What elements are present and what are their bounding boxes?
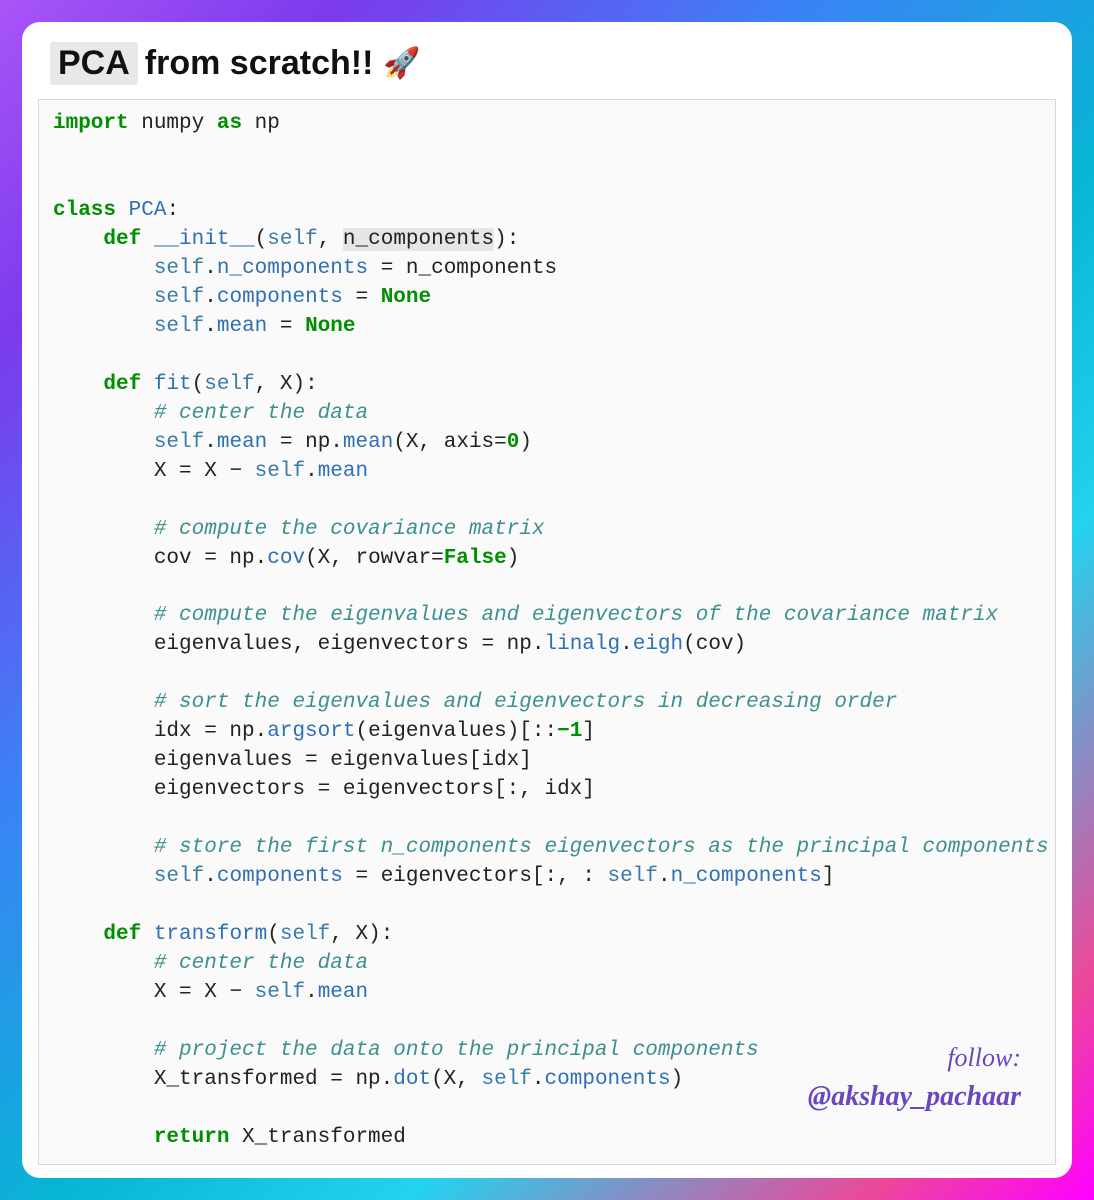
author-handle[interactable]: @akshay_pachaar xyxy=(808,1077,1021,1116)
title-highlight: PCA xyxy=(50,42,138,85)
rocket-icon: 🚀 xyxy=(383,46,420,81)
card: PCA from scratch!! 🚀 import numpy as np … xyxy=(22,22,1072,1178)
title-rest: from scratch!! xyxy=(145,44,374,83)
code-content: import numpy as np class PCA: def __init… xyxy=(53,110,1041,1153)
follow-label: follow: xyxy=(808,1040,1021,1076)
code-block: import numpy as np class PCA: def __init… xyxy=(38,99,1056,1165)
page-title: PCA from scratch!! 🚀 xyxy=(50,42,1044,85)
header: PCA from scratch!! 🚀 xyxy=(22,22,1072,99)
follow-callout: follow: @akshay_pachaar xyxy=(808,1040,1021,1116)
